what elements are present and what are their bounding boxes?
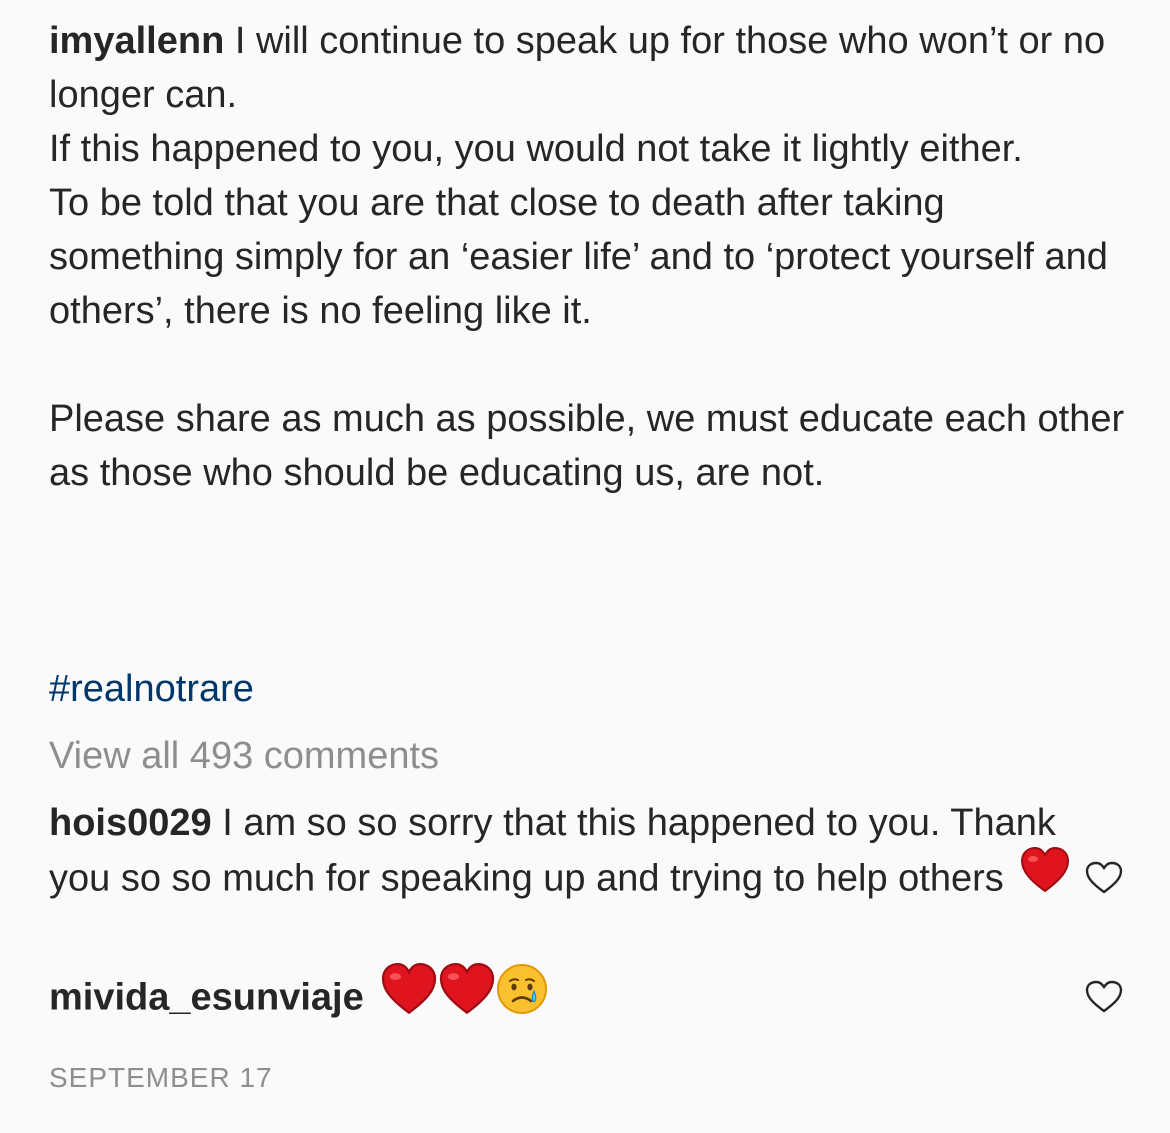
post-date: SEPTEMBER 17 [49, 1062, 273, 1093]
post-comments-panel: imyallenn I will continue to speak up fo… [0, 0, 1170, 1133]
caption-first-line: imyallenn I will continue to speak up fo… [49, 14, 1129, 122]
hashtag-link[interactable]: #realnotrare [49, 662, 254, 716]
crying-face-icon [496, 963, 548, 1030]
comment-username[interactable]: hois0029 [49, 802, 212, 844]
caption-line-4: Please share as much as possible, we mus… [49, 398, 1125, 494]
red-heart-icon [380, 962, 438, 1030]
like-comment-heart-outline-icon[interactable] [1085, 980, 1123, 1014]
caption-line-2: If this happened to you, you would not t… [49, 128, 1023, 170]
post-caption: imyallenn I will continue to speak up fo… [49, 14, 1129, 500]
comment-item: hois0029 I am so so sorry that this happ… [49, 796, 1079, 911]
caption-author-username[interactable]: imyallenn [49, 20, 224, 62]
comment-username[interactable]: mivida_esunviaje [49, 977, 364, 1019]
view-all-comments-link[interactable]: View all 493 comments [49, 730, 439, 782]
caption-line-3: To be told that you are that close to de… [49, 182, 1108, 332]
comment-item: mivida_esunviaje [49, 962, 1049, 1033]
red-heart-icon [438, 962, 496, 1030]
like-comment-heart-outline-icon[interactable] [1085, 861, 1123, 895]
red-heart-icon [1020, 846, 1070, 908]
